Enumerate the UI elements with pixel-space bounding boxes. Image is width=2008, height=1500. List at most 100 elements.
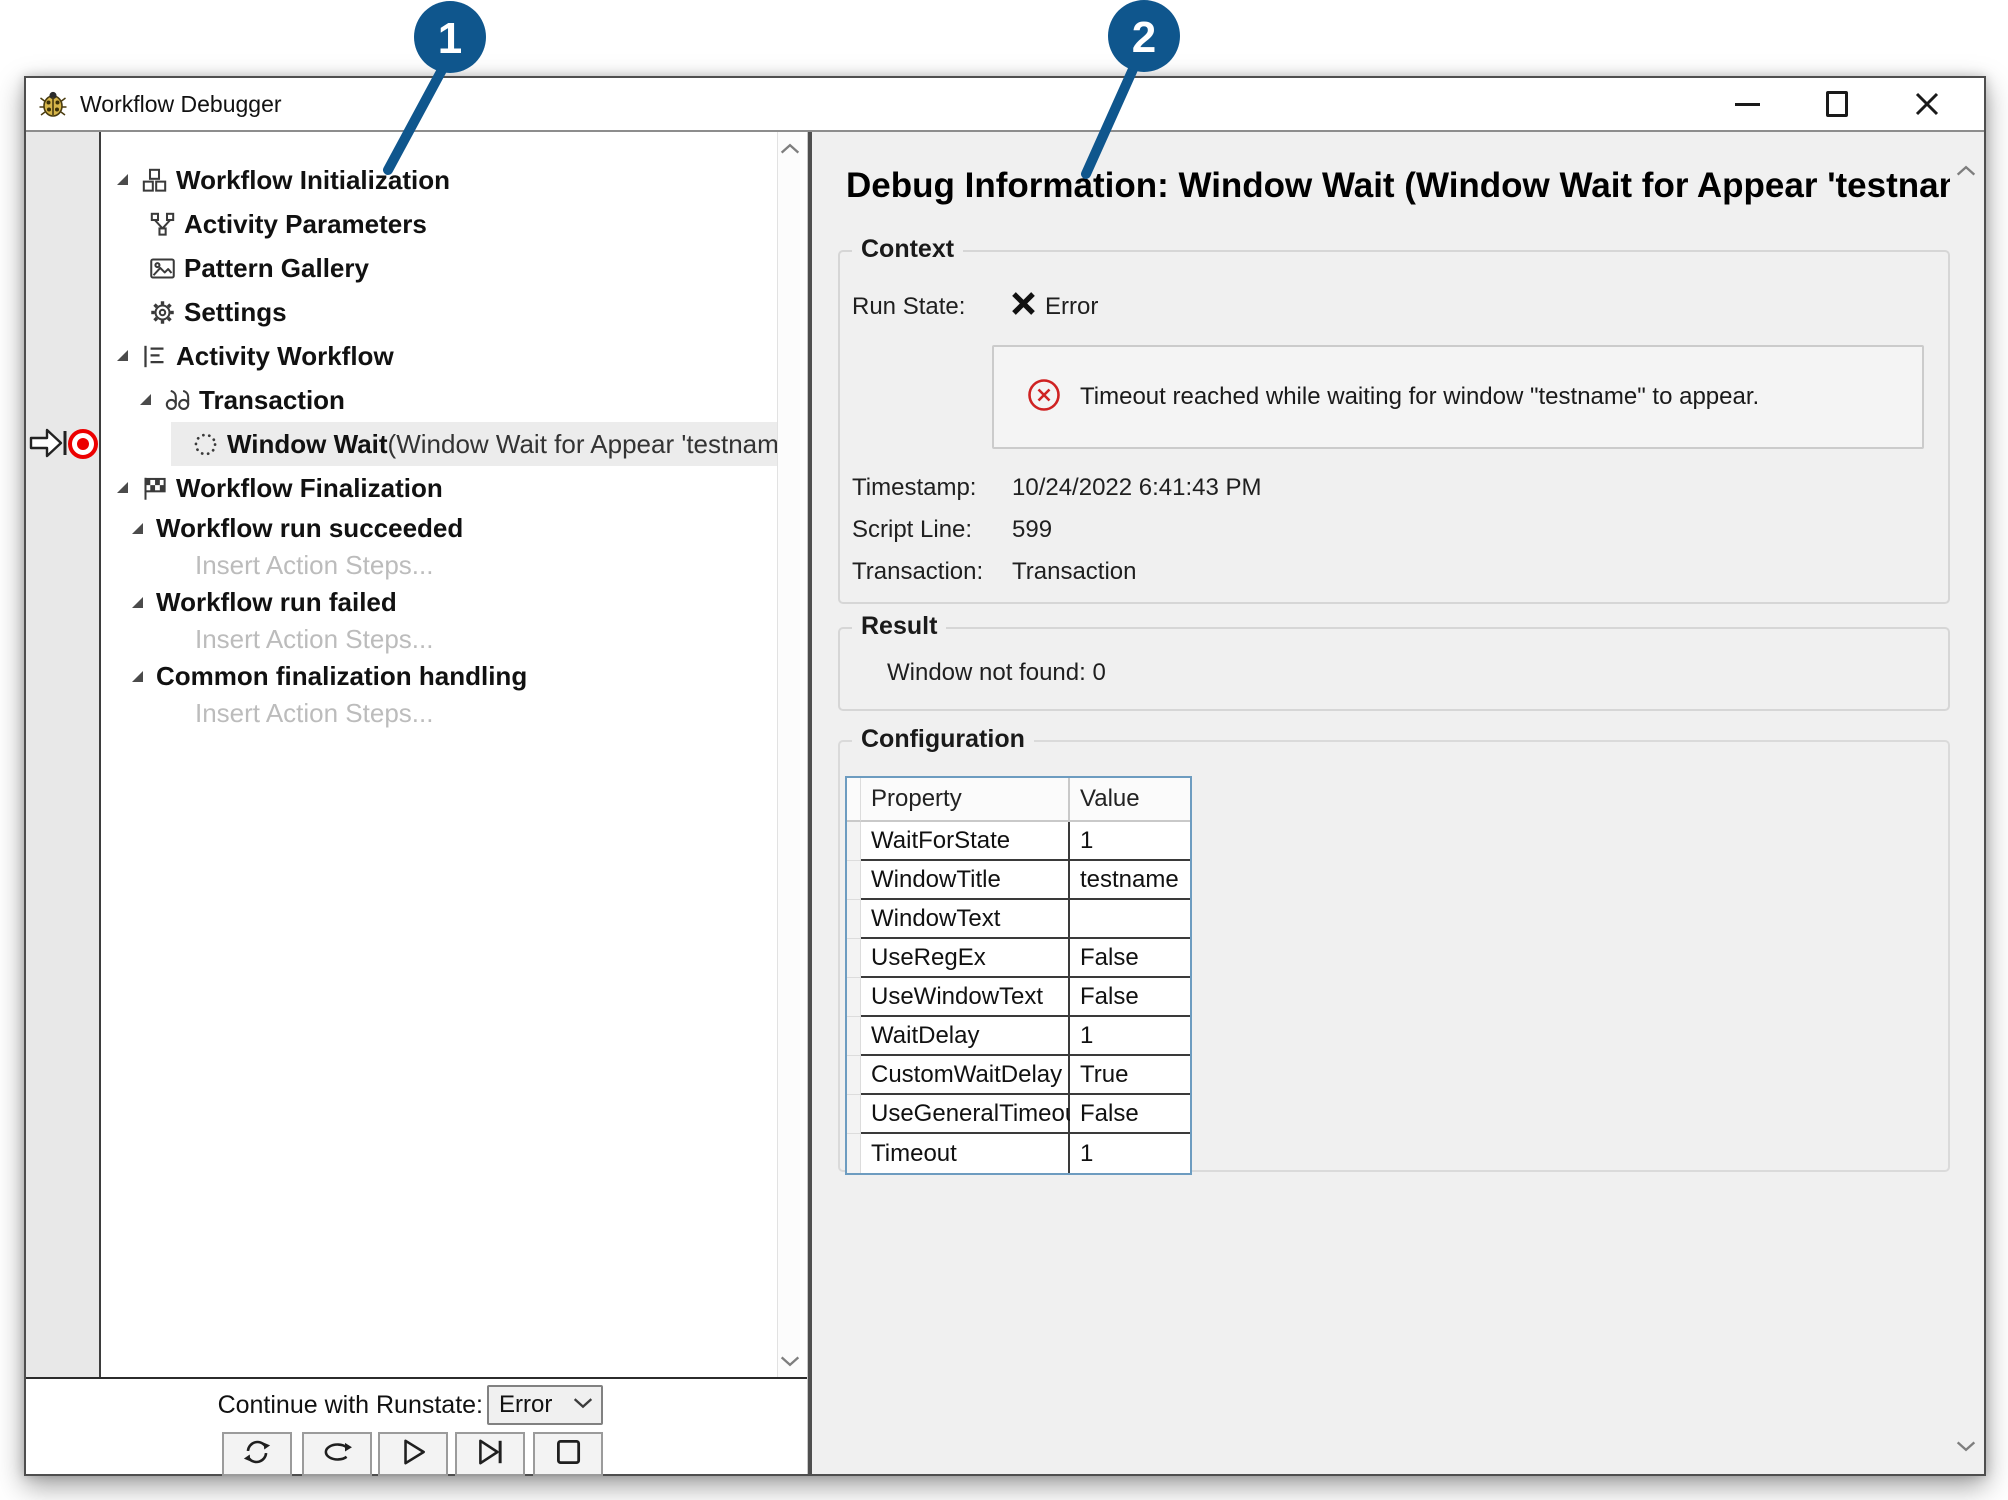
row-header-gutter	[847, 1017, 861, 1056]
scroll-up-icon[interactable]	[1956, 164, 1976, 182]
expander-expanded-icon[interactable]	[130, 669, 146, 685]
transaction-icon	[164, 387, 191, 414]
callout-1-number: 1	[438, 14, 462, 63]
value-cell: testname	[1070, 861, 1190, 900]
minimize-button[interactable]	[1730, 87, 1764, 121]
chevron-down-icon	[573, 1396, 593, 1414]
script-line-value: 599	[1012, 516, 1052, 544]
table-row[interactable]: WindowTitletestname	[847, 861, 1190, 900]
row-header-gutter	[847, 939, 861, 978]
continue-button[interactable]	[378, 1432, 448, 1476]
context-heading: Context	[852, 235, 963, 264]
maximize-button[interactable]	[1820, 87, 1854, 121]
tree-item-window-wait[interactable]: Window Wait (Window Wait for Appear 'tes…	[101, 422, 777, 466]
expander-expanded-icon[interactable]	[138, 392, 154, 408]
timestamp-label: Timestamp:	[852, 474, 1010, 502]
tree-item-insert-action-steps[interactable]: Insert Action Steps...	[101, 621, 777, 658]
step-next-button[interactable]	[455, 1432, 525, 1476]
debug-panel-title: Debug Information: Window Wait (Window W…	[846, 166, 1950, 206]
workflow-initialization-icon	[141, 167, 168, 194]
tree-item-insert-action-steps[interactable]: Insert Action Steps...	[101, 695, 777, 732]
run-state-value: Error	[1045, 293, 1098, 321]
window-wait-icon	[192, 431, 219, 458]
tree-item-activity-parameters[interactable]: Activity Parameters	[101, 202, 777, 246]
workflow-tree: Workflow InitializationActivity Paramete…	[101, 132, 777, 1377]
workflow-tree-panel: Workflow InitializationActivity Paramete…	[26, 132, 807, 1474]
activity-workflow-icon	[141, 343, 168, 370]
restart-icon	[239, 1436, 275, 1473]
close-button[interactable]	[1910, 87, 1944, 121]
table-row[interactable]: CustomWaitDelayTrue	[847, 1056, 1190, 1095]
timestamp-value: 10/24/2022 6:41:43 PM	[1012, 474, 1262, 502]
value-cell: 1	[1070, 1017, 1190, 1056]
row-header-gutter	[847, 778, 861, 822]
maximize-icon	[1826, 91, 1848, 117]
debug-information-panel: Debug Information: Window Wait (Window W…	[812, 132, 1984, 1474]
tree-item-label: Pattern Gallery	[184, 253, 369, 284]
tree-item-label: Insert Action Steps...	[195, 624, 433, 655]
property-cell: UseGeneralTimeout	[861, 1095, 1070, 1134]
scroll-up-icon[interactable]	[780, 142, 798, 154]
tree-item-description: (Window Wait for Appear 'testname')	[388, 429, 777, 460]
restart-button[interactable]	[222, 1432, 292, 1476]
expander-expanded-icon[interactable]	[130, 521, 146, 537]
tree-item-label: Workflow run succeeded	[156, 513, 463, 544]
tree-item-pattern-gallery[interactable]: Pattern Gallery	[101, 246, 777, 290]
tree-item-workflow-finalization[interactable]: Workflow Finalization	[101, 466, 777, 510]
column-header-value[interactable]: Value	[1070, 778, 1190, 822]
tree-item-workflow-run-succeeded[interactable]: Workflow run succeeded	[101, 510, 777, 547]
expander-expanded-icon[interactable]	[115, 172, 131, 188]
row-header-gutter	[847, 1134, 861, 1173]
table-header-row: PropertyValue	[847, 778, 1190, 822]
result-heading: Result	[852, 612, 946, 641]
table-row[interactable]: WindowText	[847, 900, 1190, 939]
tree-item-insert-action-steps[interactable]: Insert Action Steps...	[101, 547, 777, 584]
transaction-value: Transaction	[1012, 558, 1137, 586]
tree-item-workflow-run-failed[interactable]: Workflow run failed	[101, 584, 777, 621]
runstate-label: Continue with Runstate:	[218, 1391, 483, 1420]
script-line-row: Script Line: 599	[852, 513, 1052, 547]
debugger-toolbar: Continue with Runstate: Error	[26, 1377, 807, 1474]
callout-1-circle	[414, 1, 486, 73]
property-cell: WindowTitle	[861, 861, 1070, 900]
tree-item-activity-workflow[interactable]: Activity Workflow	[101, 334, 777, 378]
expander-expanded-icon[interactable]	[115, 480, 131, 496]
expander-expanded-icon[interactable]	[115, 348, 131, 364]
expander-expanded-icon[interactable]	[130, 595, 146, 611]
execution-arrow-icon	[28, 425, 68, 466]
row-header-gutter	[847, 1095, 861, 1134]
scroll-down-icon[interactable]	[1956, 1440, 1976, 1458]
row-header-gutter	[847, 900, 861, 939]
column-header-property[interactable]: Property	[861, 778, 1070, 822]
value-cell: 1	[1070, 1134, 1190, 1173]
property-cell: UseWindowText	[861, 978, 1070, 1017]
configuration-groupbox: Configuration PropertyValueWaitForState1…	[838, 740, 1950, 1172]
circled-x-icon	[1026, 377, 1062, 418]
debug-margin-gutter[interactable]	[26, 132, 101, 1377]
configuration-table: PropertyValueWaitForState1WindowTitletes…	[845, 776, 1192, 1175]
context-groupbox: Context Run State: Error Timeout reached…	[838, 250, 1950, 604]
table-row[interactable]: Timeout1	[847, 1134, 1190, 1173]
scroll-down-icon[interactable]	[780, 1355, 798, 1367]
stop-button[interactable]	[533, 1432, 603, 1476]
tree-item-settings[interactable]: Settings	[101, 290, 777, 334]
error-message-box: Timeout reached while waiting for window…	[992, 345, 1924, 449]
value-cell: False	[1070, 939, 1190, 978]
breakpoint-icon[interactable]	[68, 429, 98, 459]
table-row[interactable]: WaitDelay1	[847, 1017, 1190, 1056]
table-row[interactable]: WaitForState1	[847, 822, 1190, 861]
tree-item-common-finalization-handling[interactable]: Common finalization handling	[101, 658, 777, 695]
repeat-icon	[319, 1436, 355, 1473]
run-state-row: Run State: Error	[852, 290, 1098, 324]
tree-item-workflow-initialization[interactable]: Workflow Initialization	[101, 158, 777, 202]
callout-2-circle	[1108, 0, 1180, 72]
tree-item-label: Workflow Finalization	[176, 473, 443, 504]
table-row[interactable]: UseWindowTextFalse	[847, 978, 1190, 1017]
runstate-dropdown[interactable]: Error	[487, 1385, 603, 1425]
tree-scrollbar[interactable]	[777, 132, 800, 1377]
table-row[interactable]: UseRegExFalse	[847, 939, 1190, 978]
tree-item-transaction[interactable]: Transaction	[101, 378, 777, 422]
table-row[interactable]: UseGeneralTimeoutFalse	[847, 1095, 1190, 1134]
rerun-step-button[interactable]	[302, 1432, 372, 1476]
property-cell: UseRegEx	[861, 939, 1070, 978]
